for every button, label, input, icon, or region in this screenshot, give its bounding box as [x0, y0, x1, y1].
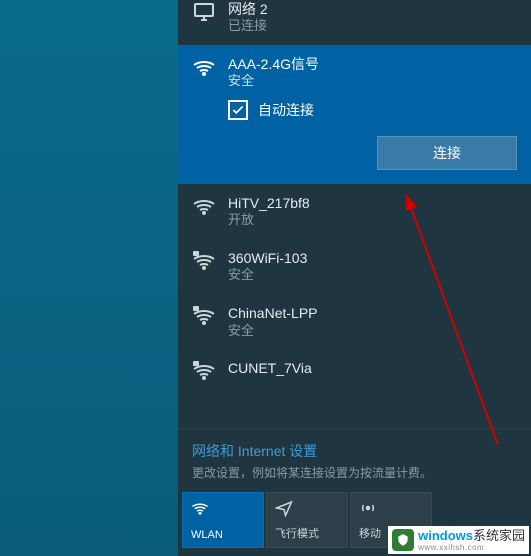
ethernet-icon [192, 0, 216, 24]
network-name: HiTV_217bf8 [228, 194, 517, 212]
watermark: windows系统家园 www.xxihsh.com [388, 526, 529, 554]
settings-description: 更改设置，例如将某连接设置为按流量计费。 [192, 465, 517, 482]
selected-security: 安全 [228, 73, 517, 90]
network-name: CUNET_7Via [228, 359, 517, 377]
wifi-icon [192, 304, 216, 328]
network-security: 开放 [228, 212, 517, 229]
network-item[interactable]: CUNET_7Via [178, 349, 531, 393]
network-item[interactable]: ChinaNet-LPP安全 [178, 294, 531, 349]
wlan-label: WLAN [191, 529, 255, 541]
auto-connect-label: 自动连接 [258, 100, 314, 120]
watermark-badge-icon [392, 529, 414, 551]
network-item[interactable]: HiTV_217bf8开放 [178, 184, 531, 239]
network-name: 360WiFi-103 [228, 249, 517, 267]
network-name: ChinaNet-LPP [228, 304, 517, 322]
network-flyout: 网络 2 已连接 AAA-2.4G信号 安全 自动连接 [178, 0, 531, 556]
wlan-tile[interactable]: WLAN [182, 492, 264, 548]
ethernet-item[interactable]: 网络 2 已连接 [178, 0, 531, 45]
network-list: 网络 2 已连接 AAA-2.4G信号 安全 自动连接 [178, 0, 531, 428]
ethernet-status: 已连接 [228, 18, 517, 35]
wifi-icon [192, 194, 216, 218]
hotspot-icon [359, 499, 377, 517]
selected-name: AAA-2.4G信号 [228, 55, 517, 73]
network-item[interactable]: 360WiFi-103安全 [178, 239, 531, 294]
watermark-text1: windows [418, 528, 473, 543]
airplane-icon [275, 499, 293, 517]
wifi-icon [192, 55, 216, 79]
settings-section: 网络和 Internet 设置 更改设置，例如将某连接设置为按流量计费。 [178, 428, 531, 492]
wifi-icon [192, 359, 216, 383]
wifi-tile-icon [191, 499, 209, 517]
selected-network[interactable]: AAA-2.4G信号 安全 自动连接 连接 [178, 45, 531, 184]
watermark-sub: www.xxihsh.com [418, 544, 525, 552]
airplane-label: 飞行模式 [275, 525, 339, 541]
auto-connect-checkbox[interactable] [228, 100, 248, 120]
wifi-icon [192, 249, 216, 273]
network-security: 安全 [228, 323, 517, 340]
watermark-text2: 系统家园 [473, 528, 525, 543]
ethernet-name: 网络 2 [228, 0, 517, 18]
airplane-tile[interactable]: 飞行模式 [266, 492, 348, 548]
network-settings-link[interactable]: 网络和 Internet 设置 [192, 441, 517, 461]
network-security: 安全 [228, 267, 517, 284]
connect-button[interactable]: 连接 [377, 136, 517, 170]
